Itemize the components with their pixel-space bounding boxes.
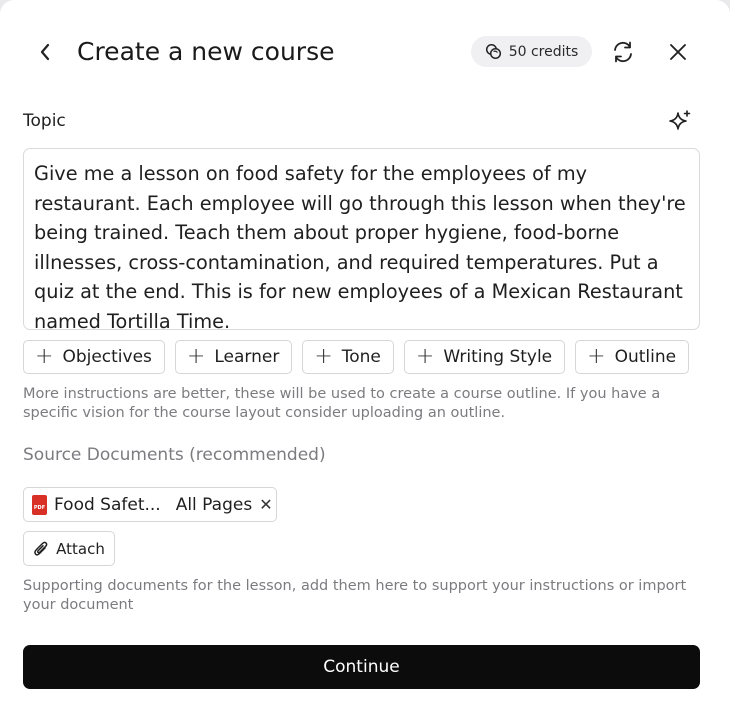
topic-textarea[interactable]: Give me a lesson on food safety for the … [23, 148, 700, 333]
source-documents-hint: Supporting documents for the lesson, add… [23, 578, 687, 613]
paperclip-icon [34, 541, 48, 556]
refresh-button[interactable] [608, 37, 638, 67]
chip-label: Learner [214, 347, 280, 367]
close-button[interactable] [663, 37, 693, 67]
plus-icon: + [35, 344, 54, 369]
attach-label: Attach [56, 539, 105, 558]
plus-icon: + [314, 344, 333, 369]
source-documents-label: Source Documents (recommended) [23, 445, 326, 465]
add-tone-button[interactable]: + Tone [302, 340, 394, 374]
instructions-hint: More instructions are better, these will… [23, 386, 661, 421]
document-pages[interactable]: All Pages [176, 495, 253, 515]
pdf-file-icon: PDF [32, 494, 47, 515]
continue-button[interactable]: Continue [23, 645, 700, 689]
remove-document-icon[interactable]: ✕ [259, 495, 272, 514]
plus-icon: + [415, 344, 435, 369]
add-objectives-button[interactable]: + Objectives [23, 340, 165, 374]
topic-label: Topic [23, 111, 66, 131]
plus-icon: + [587, 344, 606, 369]
plus-icon: + [186, 344, 206, 369]
back-button[interactable] [31, 37, 59, 67]
chevron-left-icon [40, 43, 50, 61]
instruction-chips: + Objectives + Learner + Tone + Writing … [23, 340, 690, 374]
document-name: Food Safet... [54, 494, 161, 515]
create-course-dialog: Create a new course 50 credits Topic Giv… [0, 0, 730, 712]
page-title: Create a new course [77, 37, 335, 66]
credits-badge: 50 credits [471, 36, 592, 67]
credits-label: 50 credits [508, 43, 579, 60]
chip-label: Writing Style [443, 347, 553, 367]
coins-icon [485, 43, 501, 60]
ai-enhance-button[interactable] [666, 107, 694, 135]
refresh-icon [614, 41, 632, 63]
chip-label: Outline [614, 347, 677, 367]
close-icon [670, 44, 686, 60]
chip-label: Objectives [62, 347, 152, 367]
sparkle-icon [669, 110, 691, 130]
add-learner-button[interactable]: + Learner [174, 340, 293, 374]
add-writing-style-button[interactable]: + Writing Style [403, 340, 566, 374]
add-outline-button[interactable]: + Outline [575, 340, 690, 374]
chip-label: Tone [341, 347, 381, 367]
source-document-chip[interactable]: PDF Food Safet... All Pages ✕ [23, 487, 277, 522]
attach-button[interactable]: Attach [23, 531, 115, 566]
